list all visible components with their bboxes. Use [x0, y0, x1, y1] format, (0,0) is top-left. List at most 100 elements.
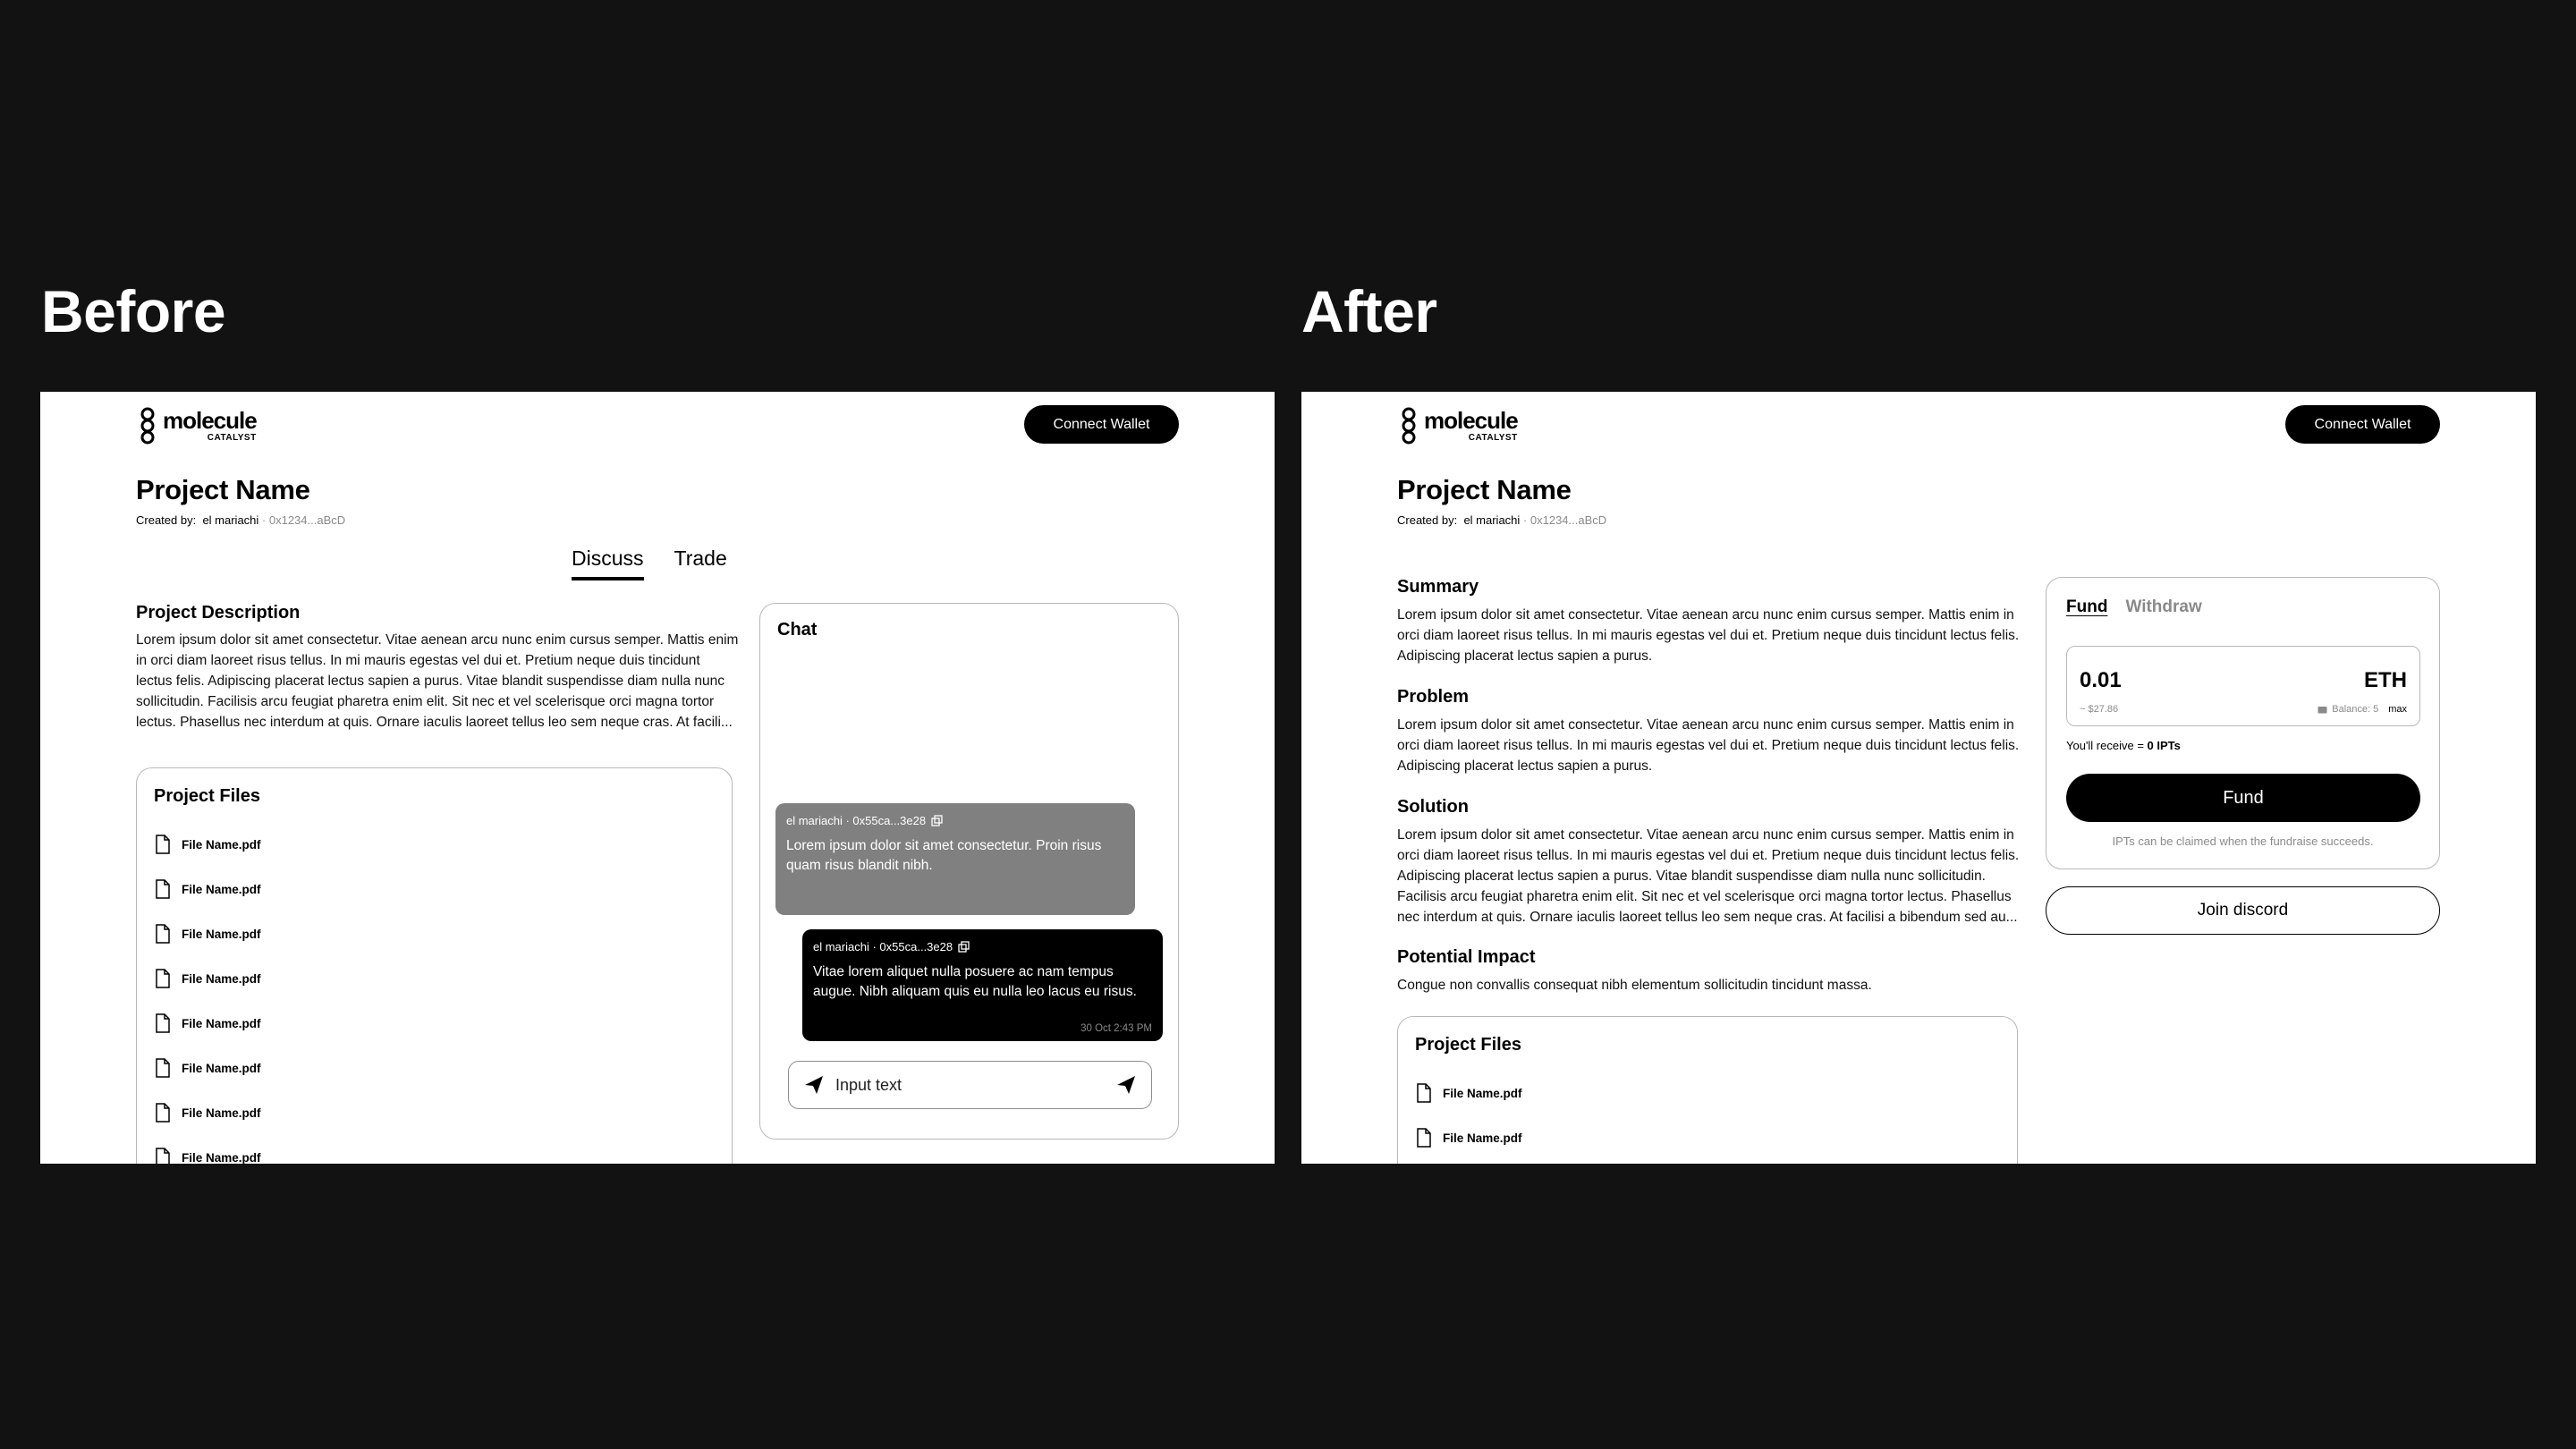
file-item[interactable]: File Name.pdf [1416, 1128, 1522, 1148]
file-item[interactable]: File Name.pdf [1416, 1083, 1522, 1103]
message-author: el mariachi · 0x55ca...3e28 [786, 814, 927, 827]
project-files-title: Project Files [154, 786, 260, 806]
file-name: File Name.pdf [182, 1061, 261, 1075]
solution-line: Facilisis arcu feugiat pharetra enim eli… [1397, 889, 2012, 904]
problem-heading: Problem [1397, 687, 1470, 707]
solution-line: nec interdum at quis. Ornare iaculis lao… [1397, 910, 2018, 925]
solution-text: Lorem ipsum dolor sit amet consectetur. … [1397, 825, 2037, 928]
file-name: File Name.pdf [182, 1150, 261, 1165]
chat-message: el mariachi · 0x55ca...3e28 Lorem ipsum … [775, 803, 1135, 915]
project-files-card: Project Files File Name.pdf File Name.pd… [136, 767, 733, 1164]
tab-fund[interactable]: Fund [2066, 597, 2107, 617]
connect-wallet-button[interactable]: Connect Wallet [2285, 405, 2440, 444]
file-item[interactable]: File Name.pdf [155, 835, 261, 854]
balance-info: Balance: 5 max [2318, 704, 2407, 715]
receive-value: 0 IPTs [2147, 739, 2181, 752]
project-files-card: Project Files File Name.pdf File Name.pd… [1397, 1016, 2018, 1164]
file-item[interactable]: File Name.pdf [155, 1058, 261, 1078]
creator-address[interactable]: · 0x1234...aBcD [262, 513, 345, 527]
chat-message: el mariachi · 0x55ca...3e28 Vitae lorem … [802, 929, 1163, 1041]
message-text: Lorem ipsum dolor sit amet consectetur. … [786, 838, 1102, 853]
before-screen: molecule CATALYST Connect Wallet Project… [40, 392, 1275, 1164]
file-name: File Name.pdf [182, 971, 261, 986]
file-icon [156, 1058, 170, 1078]
balance-text: Balance: 5 [2332, 704, 2379, 715]
created-by-label: Created by: [136, 513, 197, 527]
amount-value[interactable]: 0.01 [2080, 668, 2122, 693]
chat-title: Chat [777, 620, 818, 640]
message-author: el mariachi · 0x55ca...3e28 [813, 940, 953, 953]
logo[interactable]: molecule CATALYST [1397, 407, 1519, 445]
file-item[interactable]: File Name.pdf [155, 1148, 261, 1164]
file-name: File Name.pdf [182, 882, 261, 896]
file-item[interactable]: File Name.pdf [155, 879, 261, 899]
send-icon [805, 1076, 823, 1094]
receive-label: You'll receive = [2066, 739, 2144, 752]
created-by: Created by: el mariachi · 0x1234...aBcD [136, 513, 345, 527]
message-text: Vitae lorem aliquet nulla posuere ac nam… [813, 964, 1114, 979]
chat-input[interactable] [835, 1075, 1115, 1095]
description-line: lectus. Phasellus nec interdum at quis. … [136, 715, 733, 730]
file-icon [156, 1103, 170, 1123]
summary-line: Lorem ipsum dolor sit amet consectetur. … [1397, 607, 2014, 623]
creator-name[interactable]: el mariachi [202, 513, 258, 527]
fund-button[interactable]: Fund [2066, 774, 2420, 822]
problem-text: Lorem ipsum dolor sit amet consectetur. … [1397, 715, 2037, 776]
solution-line: Lorem ipsum dolor sit amet consectetur. … [1397, 827, 2014, 843]
molecule-logo-icon [1402, 407, 1416, 445]
summary-line: Adipiscing placerat lectus sapien a puru… [1397, 648, 1653, 664]
logo[interactable]: molecule CATALYST [136, 407, 258, 445]
fund-tab-bar: Fund Withdraw [2066, 597, 2202, 617]
file-item[interactable]: File Name.pdf [155, 969, 261, 988]
message-text: quam risus blandit nibh. [786, 858, 933, 873]
join-discord-button[interactable]: Join discord [2046, 886, 2440, 935]
problem-line: Adipiscing placerat lectus sapien a puru… [1397, 758, 1653, 774]
tab-bar: Discuss Trade [572, 547, 727, 580]
max-button[interactable]: max [2388, 704, 2407, 715]
chat-input-box[interactable] [788, 1061, 1152, 1109]
summary-line: orci diam laoreet risus tellus. In mi ma… [1397, 628, 2020, 643]
logo-subtext: CATALYST [207, 433, 257, 443]
impact-heading: Potential Impact [1397, 947, 1536, 967]
connect-wallet-button[interactable]: Connect Wallet [1024, 405, 1179, 444]
chat-card: Chat el mariachi · 0x55ca...3e28 Lorem i… [759, 603, 1179, 1140]
copy-icon[interactable] [958, 941, 970, 953]
file-icon [156, 879, 170, 899]
problem-line: Lorem ipsum dolor sit amet consectetur. … [1397, 717, 2014, 733]
file-name: File Name.pdf [182, 1016, 261, 1030]
amount-input[interactable]: 0.01 ETH ~ $27.86 Balance: 5 max [2066, 646, 2420, 726]
usd-estimate: ~ $27.86 [2080, 704, 2119, 715]
file-icon [156, 969, 170, 988]
file-name: File Name.pdf [182, 837, 261, 852]
tab-withdraw[interactable]: Withdraw [2125, 597, 2201, 617]
file-icon [1417, 1083, 1431, 1103]
file-item[interactable]: File Name.pdf [155, 1103, 261, 1123]
file-item[interactable]: File Name.pdf [155, 1013, 261, 1033]
description-line: Lorem ipsum dolor sit amet consectetur. … [136, 632, 739, 648]
file-icon [156, 835, 170, 854]
file-icon [1417, 1128, 1431, 1148]
description-line: lectus felis. Adipiscing placerat lectus… [136, 674, 724, 689]
creator-address[interactable]: · 0x1234...aBcD [1523, 513, 1606, 527]
fund-card: Fund Withdraw 0.01 ETH ~ $27.86 Balance:… [2046, 577, 2440, 869]
solution-line: orci diam laoreet risus tellus. In mi ma… [1397, 848, 2020, 863]
project-files-title: Project Files [1415, 1035, 1521, 1055]
molecule-logo-icon [140, 407, 155, 445]
file-item[interactable]: File Name.pdf [155, 924, 261, 944]
wallet-icon [2318, 706, 2327, 713]
created-by-label: Created by: [1397, 513, 1458, 527]
logo-text: molecule [1424, 407, 1519, 434]
tab-trade[interactable]: Trade [674, 547, 727, 580]
created-by: Created by: el mariachi · 0x1234...aBcD [1397, 513, 1606, 527]
creator-name[interactable]: el mariachi [1463, 513, 1520, 527]
receive-info: You'll receive = 0 IPTs [2066, 739, 2181, 752]
file-name: File Name.pdf [182, 927, 261, 941]
after-heading: After [1301, 278, 1437, 344]
message-text: augue. Nibh aliquam quis eu nulla leo la… [813, 984, 1137, 999]
solution-line: Adipiscing placerat lectus sapien a puru… [1397, 869, 1986, 884]
before-heading: Before [41, 278, 226, 344]
description-text: Lorem ipsum dolor sit amet consectetur. … [136, 630, 744, 733]
send-button-icon[interactable] [1115, 1074, 1137, 1096]
copy-icon[interactable] [931, 815, 943, 826]
tab-discuss[interactable]: Discuss [572, 547, 644, 580]
